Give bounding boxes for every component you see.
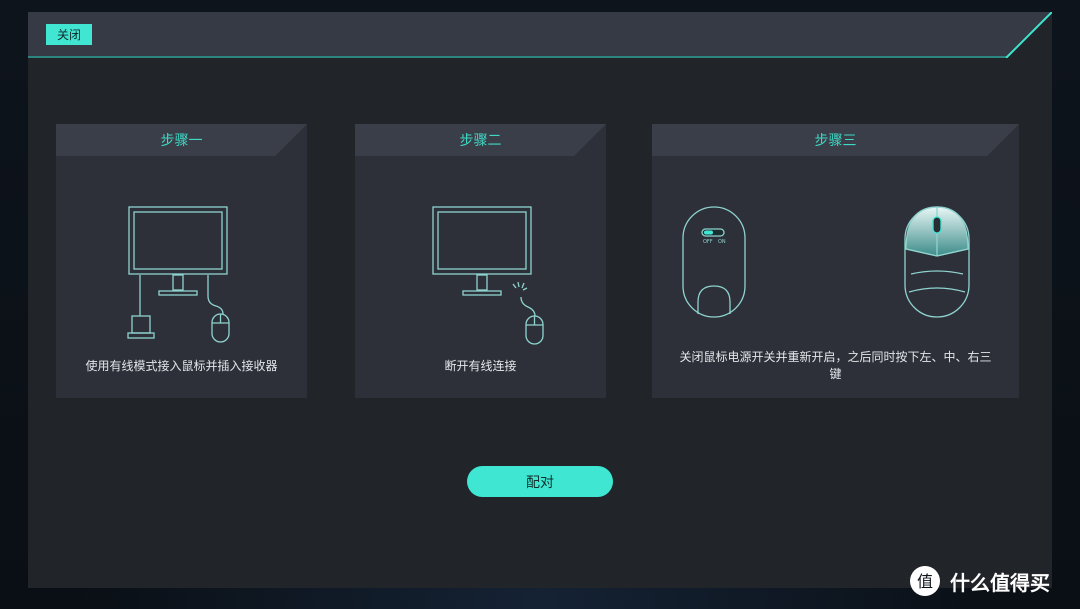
monitor-receiver-mouse-illustration — [127, 206, 230, 343]
close-button[interactable]: 关闭 — [46, 24, 92, 45]
scroll-wheel — [932, 216, 942, 234]
step-card-3: 步骤三 OFF ON 关闭鼠标电源开关并重新开启，之后同时按下左、中、右三键 — [652, 124, 1019, 398]
pairing-dialog: 关闭 步骤一 使用有线模式接入鼠标并插入接收器 步骤二 断开有线连接 步骤三 O… — [28, 12, 1052, 588]
switch-knob — [704, 230, 713, 235]
step-card-1: 步骤一 使用有线模式接入鼠标并插入接收器 — [56, 124, 307, 398]
watermark-logo-icon: 值 — [910, 566, 940, 596]
mouse-bottom-power-switch-illustration — [682, 206, 746, 318]
monitor-disconnected-mouse-illustration — [432, 206, 544, 345]
switch-on-label: ON — [718, 239, 726, 245]
step-3-title: 步骤三 — [814, 133, 857, 149]
step-1-description: 使用有线模式接入鼠标并插入接收器 — [85, 359, 278, 373]
step-1-title: 步骤一 — [160, 133, 203, 149]
step-3-description: 关闭鼠标电源开关并重新开启，之后同时按下左、中、右三键 — [679, 350, 992, 381]
pair-button[interactable]: 配对 — [467, 466, 613, 497]
watermark-text: 什么值得买 — [950, 570, 1050, 595]
dialog-header: 关闭 — [28, 12, 1052, 58]
step-2-title: 步骤二 — [459, 133, 502, 149]
switch-off-label: OFF — [703, 239, 713, 245]
svg-text:值: 值 — [917, 572, 933, 591]
step-2-description: 断开有线连接 — [444, 359, 517, 373]
switch-labels: OFF ON — [703, 239, 726, 245]
watermark: 值 什么值得买 — [908, 564, 1050, 598]
mouse-top-three-buttons-illustration — [904, 206, 970, 318]
step-card-2: 步骤二 断开有线连接 — [355, 124, 606, 398]
